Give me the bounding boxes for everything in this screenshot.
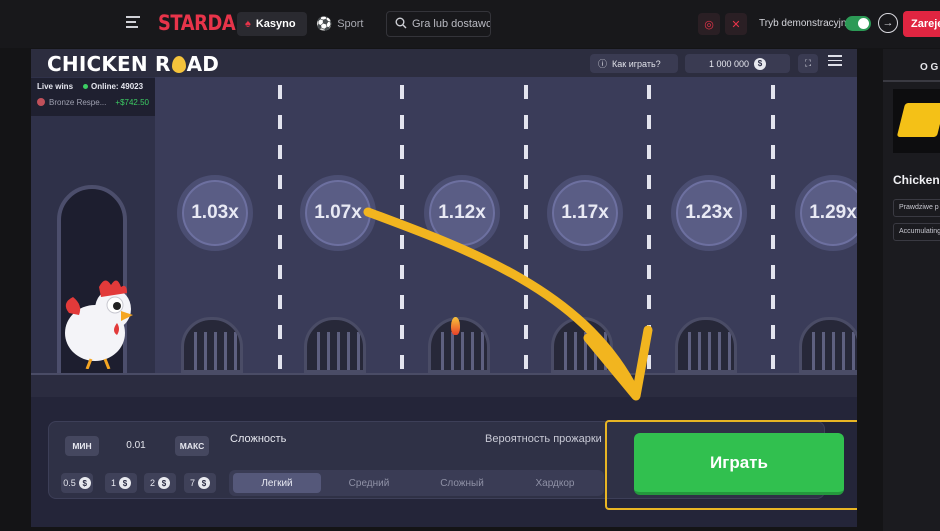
lane-divider (771, 85, 775, 373)
dollar-icon: $ (78, 477, 91, 489)
live-wins-label: Live wins (37, 82, 74, 91)
difficulty-medium[interactable]: Средний (325, 473, 413, 493)
bet-chip[interactable]: 1 $ (105, 473, 137, 493)
live-win-row: Bronze Respe... +$742.50 (31, 95, 155, 110)
bet-chip-value: 0.5 (63, 478, 76, 488)
lane-divider (524, 85, 528, 373)
dollar-icon: $ (158, 477, 170, 489)
no-photo-icon[interactable]: ✕ (725, 13, 747, 35)
game-thumbnail[interactable] (893, 89, 940, 153)
multiplier-coin[interactable]: 1.12x (424, 175, 500, 251)
sewer-grate (799, 317, 857, 373)
control-area: МИН 0.01 МАКС 0.5 $ 1 $ 2 $ 7 $ Сложность Ве… (31, 397, 857, 527)
lane-divider (278, 85, 282, 373)
fullscreen-icon[interactable]: ⛶ (798, 54, 818, 73)
game-toolbar: CHICKEN R AD ⓘ Как играть? 1 000 000 $ ⛶ (31, 49, 857, 77)
search-input[interactable]: Gra lub dostawca (386, 11, 491, 37)
online-count: Online: 49023 (91, 82, 144, 91)
bet-chip-value: 7 (189, 478, 195, 488)
multiplier-coin[interactable]: 1.29x (795, 175, 857, 251)
dollar-icon: $ (754, 57, 767, 70)
bet-box: МИН 0.01 МАКС 0.5 $ 1 $ 2 $ 7 $ (59, 432, 217, 493)
game-logo-left: CHICKEN R (47, 52, 171, 76)
login-icon[interactable]: → (878, 13, 898, 33)
football-icon: ⚽ (316, 16, 333, 31)
sewer-grate (551, 317, 613, 373)
how-to-play-label: Как играть? (612, 58, 661, 69)
chicken-character (65, 280, 133, 369)
dollar-icon: $ (198, 477, 210, 489)
egg-icon (171, 56, 186, 73)
nav-kasyno-label: Kasyno (255, 18, 296, 30)
rail-tab[interactable]: O G (920, 62, 938, 73)
max-bet-button[interactable]: МАКС (175, 436, 209, 456)
nav-sport-label: Sport (337, 18, 364, 30)
lane-divider (400, 85, 404, 373)
avatar (37, 98, 45, 106)
brand-logo[interactable]: STARDA (158, 11, 236, 35)
rail-title: Chicken (893, 173, 940, 187)
live-win-player: Bronze Respe... (49, 98, 107, 107)
ground-strip (31, 373, 857, 397)
complexity-label: Сложность (230, 433, 287, 445)
top-bar: STARDA ♠ Kasyno ⚽ Sport Gra lub dostawca… (0, 0, 940, 48)
rail-divider (883, 80, 940, 82)
play-button[interactable]: Играть (634, 433, 844, 495)
register-button[interactable]: Zarejes (903, 11, 940, 37)
spade-icon: ♠ (245, 18, 251, 30)
demo-mode-toggle[interactable] (845, 16, 871, 31)
rail-tag[interactable]: Accumulating (893, 223, 940, 241)
bet-chip[interactable]: 2 $ (144, 473, 176, 493)
game-frame: CHICKEN R AD ⓘ Как играть? 1 000 000 $ ⛶ … (31, 49, 857, 527)
balance-value: 1 000 000 (708, 58, 750, 69)
difficulty-easy[interactable]: Легкий (233, 473, 321, 493)
game-logo-right: AD (186, 52, 220, 76)
sewer-grate (304, 317, 366, 373)
difficulty-selector: Легкий Средний Сложный Хардкор (229, 470, 604, 496)
control-panel: МИН 0.01 МАКС 0.5 $ 1 $ 2 $ 7 $ Сложность Ве… (48, 420, 857, 510)
how-to-play-button[interactable]: ⓘ Как играть? (590, 54, 678, 73)
online-dot-icon (83, 84, 89, 89)
bet-chip[interactable]: 7 $ (184, 473, 216, 493)
sewer-grate (675, 317, 737, 373)
info-icon: ⓘ (598, 59, 608, 69)
lane-divider (647, 85, 651, 373)
probability-label: Вероятность прожарки (485, 433, 602, 445)
balance-display: 1 000 000 $ (685, 54, 790, 73)
fire-icon (451, 317, 460, 335)
rail-tag[interactable]: Prawdziwe p (893, 199, 940, 217)
right-rail: O G Chicken Prawdziwe p Accumulating (883, 49, 940, 531)
multiplier-coin[interactable]: 1.07x (300, 175, 376, 251)
dollar-icon: $ (119, 477, 131, 489)
camera-icon[interactable]: ◎ (698, 13, 720, 35)
live-win-amount: +$742.50 (115, 98, 149, 107)
bet-chip[interactable]: 0.5 $ (61, 473, 93, 493)
search-icon (395, 17, 407, 32)
bet-chip-value: 2 (149, 478, 155, 488)
bet-chip-value: 1 (110, 478, 116, 488)
nav-sport[interactable]: ⚽ Sport (316, 12, 363, 36)
game-scene: 1.03x 1.07x 1.12x 1.17x 1.23x 1.29x (31, 77, 857, 397)
search-placeholder: Gra lub dostawca (412, 18, 491, 30)
bet-amount-input[interactable]: 0.01 (111, 440, 161, 451)
live-wins-panel: Live wins Online: 49023 Bronze Respe... … (31, 78, 155, 116)
difficulty-hardcore[interactable]: Хардкор (511, 473, 599, 493)
menu-icon[interactable] (126, 16, 140, 30)
sewer-grate (181, 317, 243, 373)
nav-kasyno[interactable]: ♠ Kasyno (237, 12, 307, 36)
multiplier-coin[interactable]: 1.17x (547, 175, 623, 251)
game-menu-icon[interactable] (828, 55, 842, 69)
min-bet-button[interactable]: МИН (65, 436, 99, 456)
difficulty-hard[interactable]: Сложный (418, 473, 506, 493)
multiplier-coin[interactable]: 1.03x (177, 175, 253, 251)
multiplier-coin[interactable]: 1.23x (671, 175, 747, 251)
game-logo: CHICKEN R AD (47, 52, 219, 76)
demo-mode-label: Tryb demonstracyjny (759, 18, 852, 29)
